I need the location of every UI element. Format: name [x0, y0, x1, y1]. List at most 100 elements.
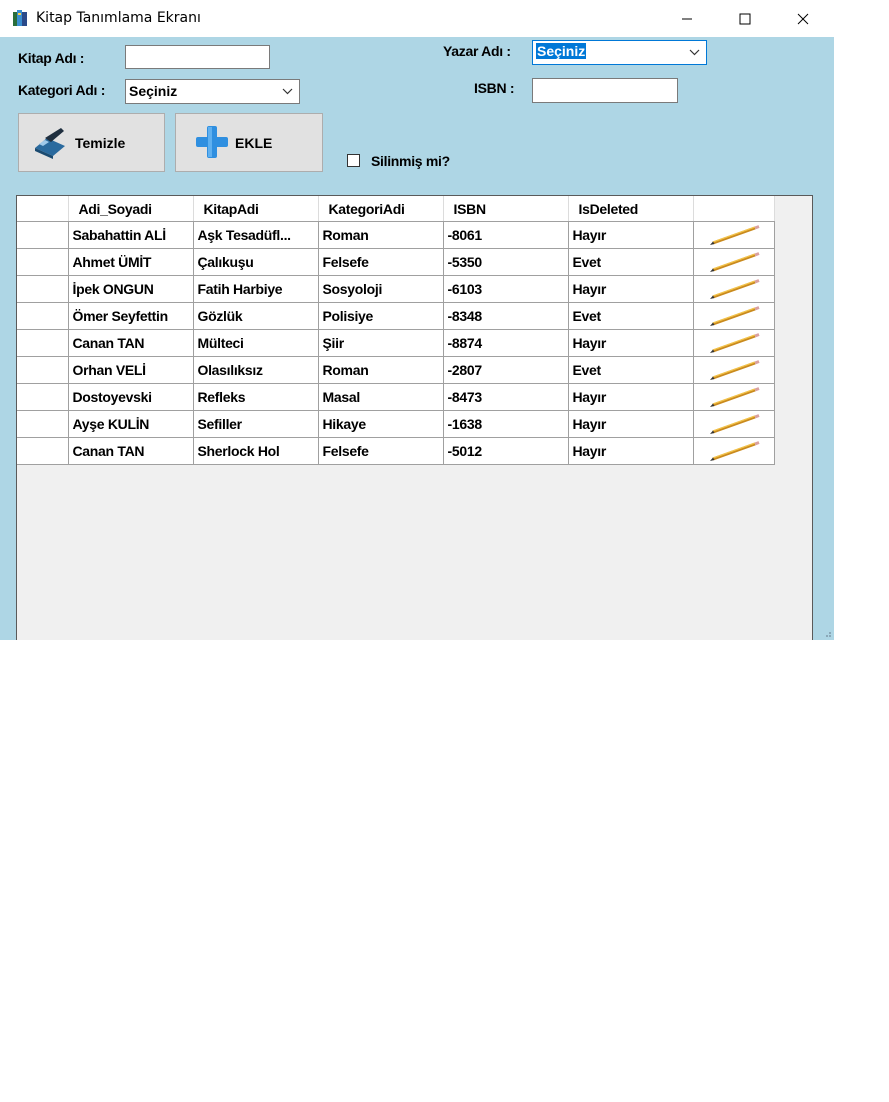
- table-row[interactable]: Dostoyevski Refleks Masal -8473 Hayır: [17, 383, 775, 411]
- column-header[interactable]: KitapAdi: [193, 196, 319, 222]
- table-cell[interactable]: Olasılıksız: [192, 356, 319, 384]
- table-cell[interactable]: Felsefe: [317, 437, 444, 465]
- books-data-grid[interactable]: Adi_Soyadi KitapAdi KategoriAdi ISBN IsD…: [16, 195, 813, 640]
- table-cell[interactable]: -5350: [442, 248, 569, 276]
- table-cell[interactable]: -5012: [442, 437, 569, 465]
- table-cell[interactable]: Hayır: [567, 329, 694, 357]
- table-cell[interactable]: -2807: [442, 356, 569, 384]
- ekle-button[interactable]: EKLE: [175, 113, 323, 172]
- table-row[interactable]: Ahmet ÜMİT Çalıkuşu Felsefe -5350 Evet: [17, 248, 775, 276]
- edit-cell[interactable]: [692, 221, 775, 249]
- table-cell[interactable]: Orhan VELİ: [67, 356, 194, 384]
- edit-cell[interactable]: [692, 248, 775, 276]
- table-cell[interactable]: -1638: [442, 410, 569, 438]
- minimize-button[interactable]: [658, 0, 716, 37]
- column-header[interactable]: IsDeleted: [568, 196, 694, 222]
- row-header[interactable]: [17, 356, 69, 384]
- table-cell[interactable]: Hayır: [567, 437, 694, 465]
- table-row[interactable]: İpek ONGUN Fatih Harbiye Sosyoloji -6103 Hay…: [17, 275, 775, 303]
- table-row[interactable]: Sabahattin ALİ Aşk Tesadüfl... Roman -8061 H…: [17, 221, 775, 249]
- table-cell[interactable]: Mülteci: [192, 329, 319, 357]
- row-header[interactable]: [17, 248, 69, 276]
- table-cell[interactable]: Çalıkuşu: [192, 248, 319, 276]
- table-cell[interactable]: -8061: [442, 221, 569, 249]
- row-header[interactable]: [17, 302, 69, 330]
- table-cell[interactable]: -8348: [442, 302, 569, 330]
- resize-grip-icon[interactable]: [822, 628, 832, 638]
- table-cell[interactable]: Masal: [317, 383, 444, 411]
- table-cell[interactable]: Sherlock Hol: [192, 437, 319, 465]
- table-cell[interactable]: Hikaye: [317, 410, 444, 438]
- minimize-icon: [682, 18, 692, 19]
- edit-cell[interactable]: [692, 329, 775, 357]
- row-header[interactable]: [17, 329, 69, 357]
- table-cell[interactable]: Hayır: [567, 221, 694, 249]
- table-cell[interactable]: Evet: [567, 248, 694, 276]
- table-cell[interactable]: Sefiller: [192, 410, 319, 438]
- kategori-adi-selected: Seçiniz: [129, 83, 178, 99]
- row-header[interactable]: [17, 437, 69, 465]
- table-cell[interactable]: Aşk Tesadüfl...: [192, 221, 319, 249]
- column-header[interactable]: Adi_Soyadi: [68, 196, 194, 222]
- silinmis-checkbox[interactable]: [347, 154, 360, 167]
- ekle-label: EKLE: [235, 135, 273, 151]
- table-cell[interactable]: Roman: [317, 356, 444, 384]
- row-header[interactable]: [17, 410, 69, 438]
- table-cell[interactable]: Canan TAN: [67, 437, 194, 465]
- row-header-corner: [17, 196, 69, 222]
- pencil-icon: [709, 441, 760, 461]
- isbn-input[interactable]: [532, 78, 678, 103]
- table-cell[interactable]: Dostoyevski: [67, 383, 194, 411]
- edit-cell[interactable]: [692, 437, 775, 465]
- edit-cell[interactable]: [692, 275, 775, 303]
- table-row[interactable]: Canan TAN Mülteci Şiir -8874 Hayır: [17, 329, 775, 357]
- table-cell[interactable]: Hayır: [567, 410, 694, 438]
- table-row[interactable]: Canan TAN Sherlock Hol Felsefe -5012 Hayır: [17, 437, 775, 465]
- table-cell[interactable]: Polisiye: [317, 302, 444, 330]
- yazar-adi-dropdown[interactable]: Seçiniz: [532, 40, 707, 65]
- pencil-icon: [709, 252, 760, 272]
- close-button[interactable]: [774, 0, 832, 37]
- table-cell[interactable]: Ömer Seyfettin: [67, 302, 194, 330]
- table-cell[interactable]: Sabahattin ALİ: [67, 221, 194, 249]
- kitap-adi-input[interactable]: [125, 45, 270, 69]
- kategori-adi-label: Kategori Adı :: [18, 82, 106, 98]
- row-header[interactable]: [17, 221, 69, 249]
- table-cell[interactable]: Gözlük: [192, 302, 319, 330]
- table-cell[interactable]: -8473: [442, 383, 569, 411]
- table-row[interactable]: Ayşe KULİN Sefiller Hikaye -1638 Hayır: [17, 410, 775, 438]
- maximize-button[interactable]: [716, 0, 774, 37]
- table-cell[interactable]: Hayır: [567, 383, 694, 411]
- temizle-button[interactable]: Temizle: [18, 113, 165, 172]
- table-row[interactable]: Ömer Seyfettin Gözlük Polisiye -8348 Evet: [17, 302, 775, 330]
- table-cell[interactable]: Evet: [567, 356, 694, 384]
- table-cell[interactable]: Evet: [567, 302, 694, 330]
- table-cell[interactable]: Sosyoloji: [317, 275, 444, 303]
- table-row[interactable]: Orhan VELİ Olasılıksız Roman -2807 Evet: [17, 356, 775, 384]
- plus-icon: [196, 126, 228, 158]
- kategori-adi-dropdown[interactable]: Seçiniz: [125, 79, 300, 104]
- edit-cell[interactable]: [692, 302, 775, 330]
- silinmis-label: Silinmiş mi?: [371, 153, 450, 169]
- table-cell[interactable]: -8874: [442, 329, 569, 357]
- table-cell[interactable]: Canan TAN: [67, 329, 194, 357]
- isbn-label: ISBN :: [474, 80, 515, 96]
- edit-cell[interactable]: [692, 383, 775, 411]
- table-cell[interactable]: Şiir: [317, 329, 444, 357]
- column-header[interactable]: ISBN: [443, 196, 569, 222]
- table-cell[interactable]: Refleks: [192, 383, 319, 411]
- table-cell[interactable]: İpek ONGUN: [67, 275, 194, 303]
- table-cell[interactable]: Fatih Harbiye: [192, 275, 319, 303]
- edit-cell[interactable]: [692, 356, 775, 384]
- column-header[interactable]: KategoriAdi: [318, 196, 444, 222]
- table-cell[interactable]: Felsefe: [317, 248, 444, 276]
- edit-cell[interactable]: [692, 410, 775, 438]
- table-cell[interactable]: -6103: [442, 275, 569, 303]
- row-header[interactable]: [17, 275, 69, 303]
- table-cell[interactable]: Roman: [317, 221, 444, 249]
- window-title: Kitap Tanımlama Ekranı: [36, 10, 201, 26]
- table-cell[interactable]: Hayır: [567, 275, 694, 303]
- row-header[interactable]: [17, 383, 69, 411]
- table-cell[interactable]: Ahmet ÜMİT: [67, 248, 194, 276]
- table-cell[interactable]: Ayşe KULİN: [67, 410, 194, 438]
